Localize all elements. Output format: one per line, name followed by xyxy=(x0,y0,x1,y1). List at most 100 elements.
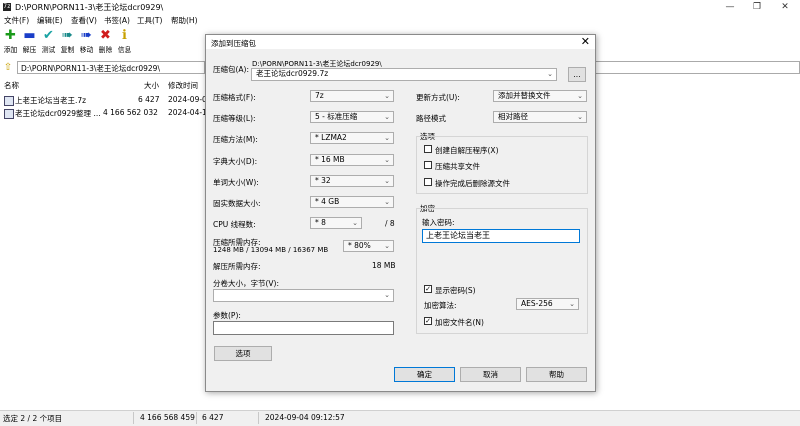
column-modified[interactable]: 修改时间 xyxy=(168,80,198,91)
status-divider xyxy=(133,412,134,424)
update-value: 添加并替换文件 xyxy=(498,91,551,100)
pathmode-select[interactable]: 相对路径 ⌄ xyxy=(493,111,587,123)
format-select[interactable]: 7z ⌄ xyxy=(310,90,394,102)
menu-help[interactable]: 帮助(H) xyxy=(171,15,198,26)
toolbar: ✚ 添加 ▬ 解压 ✔ 测试 ➠ 复制 ➠ 移动 ✖ 删除 ℹ 信息 xyxy=(0,27,205,59)
add-to-archive-dialog: 添加到压缩包 ✕ 压缩包(A): D:\PORN\PORN11-3\老王论坛dc… xyxy=(205,34,596,392)
minimize-button[interactable]: — xyxy=(716,0,744,14)
file-list-header: 名称 大小 修改时间 xyxy=(0,78,205,90)
copy-label: 复制 xyxy=(60,46,75,54)
window-title: D:\PORN\PORN11-3\老王论坛dcr0929\ xyxy=(15,3,164,12)
delete-source-checkbox[interactable] xyxy=(424,178,432,186)
file-size: 6 427 xyxy=(138,95,160,104)
chevron-down-icon: ⌄ xyxy=(384,156,390,164)
plus-icon: ✚ xyxy=(5,28,16,43)
extract-button[interactable]: ▬ 解压 xyxy=(20,27,39,57)
delete-button[interactable]: ✖ 删除 xyxy=(96,27,115,57)
file-name: 上老王论坛当老王.7z xyxy=(15,96,87,105)
status-selected: 选定 2 / 2 个项目 xyxy=(3,414,63,423)
encrypt-names-checkbox[interactable]: ✓ xyxy=(424,317,432,325)
show-password-checkbox[interactable]: ✓ xyxy=(424,285,432,293)
solid-select[interactable]: * 4 GB ⌄ xyxy=(310,196,394,208)
solid-value: * 4 GB xyxy=(315,197,340,206)
test-button[interactable]: ✔ 测试 xyxy=(39,27,58,57)
chevron-down-icon: ⌄ xyxy=(577,113,583,121)
dialog-close-icon[interactable]: ✕ xyxy=(581,36,590,48)
address-path[interactable]: D:\PORN\PORN11-3\老王论坛dcr0929\ xyxy=(17,61,205,74)
chevron-down-icon: ⌄ xyxy=(384,291,390,299)
word-select[interactable]: * 32 ⌄ xyxy=(310,175,394,187)
folder-up-icon[interactable]: ⇧ xyxy=(2,62,14,74)
add-label: 添加 xyxy=(3,46,18,54)
move-button[interactable]: ➠ 移动 xyxy=(77,27,96,57)
address-bar-extension xyxy=(594,61,800,74)
status-divider xyxy=(196,412,197,424)
status-bar: 选定 2 / 2 个项目 4 166 568 459 6 427 2024-09… xyxy=(0,410,800,426)
extract-label: 解压 xyxy=(22,46,37,54)
split-combo[interactable]: ⌄ xyxy=(213,289,394,302)
status-selected-size: 6 427 xyxy=(202,413,224,422)
window-titlebar: 7z D:\PORN\PORN11-3\老王论坛dcr0929\ — ❐ ✕ xyxy=(0,0,800,14)
help-button[interactable]: 帮助 xyxy=(526,367,587,382)
archive-name-combo[interactable]: 老王论坛dcr0929.7z ⌄ xyxy=(251,68,557,81)
delete-source-label: 操作完成后删除源文件 xyxy=(435,179,510,188)
file-name: 老王论坛dcr0929整理 ... xyxy=(15,109,101,118)
file-row[interactable]: 老王论坛dcr0929整理 ... 4 166 562 032 2024-04-… xyxy=(0,107,207,119)
password-input[interactable]: 上老王论坛当老王 xyxy=(422,229,580,243)
chevron-down-icon: ⌄ xyxy=(384,92,390,100)
threads-label: CPU 线程数: xyxy=(213,220,256,229)
menu-edit[interactable]: 编辑(E) xyxy=(37,15,63,26)
sfx-checkbox[interactable] xyxy=(424,145,432,153)
file-modified: 2024-04-1 xyxy=(168,108,207,117)
options-button[interactable]: 选项 xyxy=(214,346,272,361)
method-select[interactable]: * LZMA2 ⌄ xyxy=(310,132,394,144)
enc-method-label: 加密算法: xyxy=(424,301,457,310)
move-label: 移动 xyxy=(79,46,94,54)
check-icon: ✔ xyxy=(43,28,54,43)
menu-file[interactable]: 文件(F) xyxy=(4,15,29,26)
mem-comp-select[interactable]: * 80% ⌄ xyxy=(343,240,394,252)
menu-view[interactable]: 查看(V) xyxy=(71,15,97,26)
menu-bookmarks[interactable]: 书签(A) xyxy=(104,15,130,26)
update-select[interactable]: 添加并替换文件 ⌄ xyxy=(493,90,587,102)
params-label: 参数(P): xyxy=(213,311,241,320)
add-button[interactable]: ✚ 添加 xyxy=(1,27,20,57)
info-label: 信息 xyxy=(117,46,132,54)
pathmode-label: 路径模式 xyxy=(416,114,446,123)
ok-button[interactable]: 确定 xyxy=(394,367,455,382)
browse-button[interactable]: ... xyxy=(568,67,586,82)
level-value: 5 - 标准压缩 xyxy=(315,112,358,121)
file-row[interactable]: 上老王论坛当老王.7z 6 427 2024-09-0 xyxy=(0,94,207,106)
threads-select[interactable]: * 8 ⌄ xyxy=(310,217,362,229)
close-button[interactable]: ✕ xyxy=(771,0,799,14)
shared-checkbox[interactable] xyxy=(424,161,432,169)
level-select[interactable]: 5 - 标准压缩 ⌄ xyxy=(310,111,394,123)
chevron-down-icon: ⌄ xyxy=(352,219,358,227)
update-label: 更新方式(U): xyxy=(416,93,460,102)
params-input[interactable] xyxy=(213,321,394,335)
word-value: * 32 xyxy=(315,176,331,185)
status-total-size: 4 166 568 459 xyxy=(140,413,195,422)
maximize-button[interactable]: ❐ xyxy=(743,0,771,14)
copy-button[interactable]: ➠ 复制 xyxy=(58,27,77,57)
chevron-down-icon: ⌄ xyxy=(384,113,390,121)
format-value: 7z xyxy=(315,91,324,100)
column-size[interactable]: 大小 xyxy=(144,80,159,91)
mem-comp-detail: 1248 MB / 13094 MB / 16367 MB xyxy=(213,246,329,254)
archive-name-value: 老王论坛dcr0929.7z xyxy=(256,69,329,78)
pathmode-value: 相对路径 xyxy=(498,112,528,121)
dict-select[interactable]: * 16 MB ⌄ xyxy=(310,154,394,166)
document-file-icon xyxy=(4,109,14,119)
cancel-button[interactable]: 取消 xyxy=(460,367,521,382)
word-label: 单词大小(W): xyxy=(213,178,259,187)
sfx-label: 创建自解压程序(X) xyxy=(435,146,499,155)
column-name[interactable]: 名称 xyxy=(4,80,19,91)
enc-method-value: AES-256 xyxy=(521,299,553,308)
chevron-down-icon: ⌄ xyxy=(569,300,575,308)
info-button[interactable]: ℹ 信息 xyxy=(115,27,134,57)
enc-method-select[interactable]: AES-256 ⌄ xyxy=(516,298,579,310)
solid-label: 固实数据大小: xyxy=(213,199,261,208)
archive-file-icon xyxy=(4,96,14,106)
status-datetime: 2024-09-04 09:12:57 xyxy=(265,413,345,422)
menu-tools[interactable]: 工具(T) xyxy=(137,15,162,26)
